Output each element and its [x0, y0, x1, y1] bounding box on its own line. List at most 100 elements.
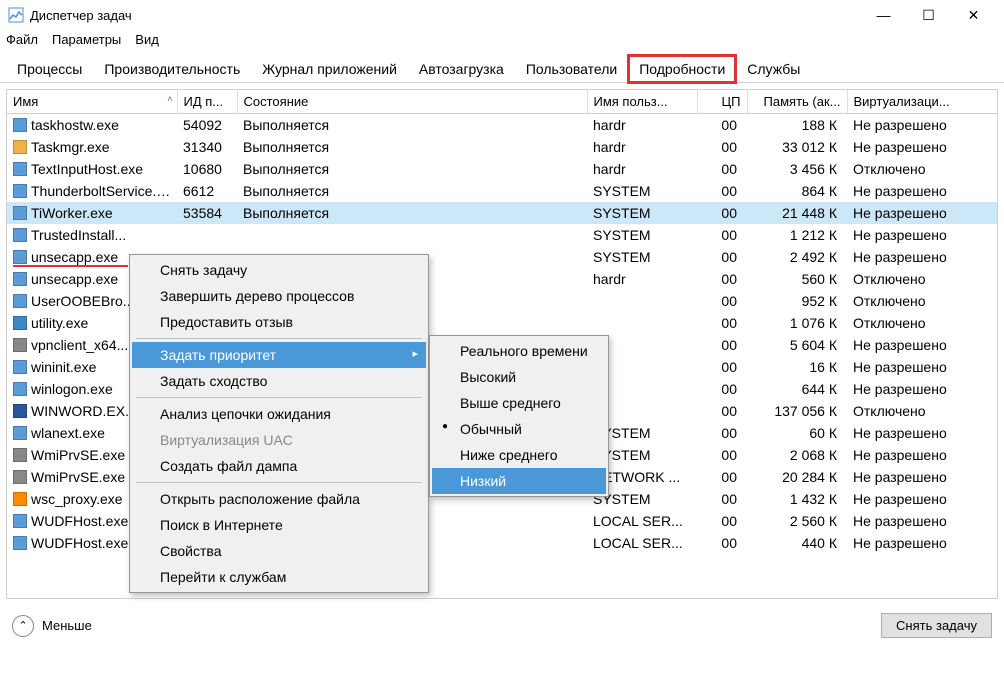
tab-Производительность[interactable]: Производительность [93, 55, 251, 83]
menu-separator [136, 338, 422, 339]
menu-item-Предоставить отзыв[interactable]: Предоставить отзыв [132, 309, 426, 335]
cell-state: Выполняется [237, 202, 587, 224]
menu-item-Снять задачу[interactable]: Снять задачу [132, 257, 426, 283]
menu-item-Создать файл дампа[interactable]: Создать файл дампа [132, 453, 426, 479]
cell-cpu: 00 [697, 268, 747, 290]
process-name: WmiPrvSE.exe [31, 447, 125, 463]
fewer-details-button[interactable]: ⌃ Меньше [12, 615, 881, 637]
context-menu: Снять задачуЗавершить дерево процессовПр… [129, 254, 429, 593]
column-header-name[interactable]: Имя˄ [7, 90, 177, 114]
cell-state: Выполняется [237, 136, 587, 158]
menu-item-Поиск в Интернете[interactable]: Поиск в Интернете [132, 512, 426, 538]
cell-mem: 137 056 К [747, 400, 847, 422]
menu-item-Открыть расположение файла[interactable]: Открыть расположение файла [132, 486, 426, 512]
cell-pid [177, 224, 237, 246]
column-header-state[interactable]: Состояние [237, 90, 587, 114]
cell-virt: Не разрешено [847, 334, 997, 356]
menu-item-Обычный[interactable]: Обычный● [432, 416, 606, 442]
column-header-cpu[interactable]: ЦП [697, 90, 747, 114]
cell-virt: Не разрешено [847, 202, 997, 224]
menu-item-Перейти к службам[interactable]: Перейти к службам [132, 564, 426, 590]
cell-user: hardr [587, 114, 697, 137]
tab-Автозагрузка[interactable]: Автозагрузка [408, 55, 515, 83]
process-icon [13, 162, 27, 176]
close-button[interactable]: ✕ [951, 0, 996, 30]
cell-virt: Не разрешено [847, 444, 997, 466]
cell-virt: Не разрешено [847, 224, 997, 246]
menu-item-Высокий[interactable]: Высокий [432, 364, 606, 390]
menu-item-Виртуализация UAC: Виртуализация UAC [132, 427, 426, 453]
process-name: winlogon.exe [31, 381, 113, 397]
cell-state: Выполняется [237, 114, 587, 137]
process-icon [13, 470, 27, 484]
cell-mem: 2 560 К [747, 510, 847, 532]
cell-virt: Не разрешено [847, 466, 997, 488]
table-row[interactable]: TrustedInstall...SYSTEM001 212 КНе разре… [7, 224, 997, 246]
cell-mem: 1 076 К [747, 312, 847, 334]
process-icon [13, 448, 27, 462]
table-row[interactable]: Taskmgr.exe31340Выполняетсяhardr0033 012… [7, 136, 997, 158]
cell-state [237, 224, 587, 246]
tab-Журнал приложений[interactable]: Журнал приложений [251, 55, 408, 83]
process-name: TiWorker.exe [31, 205, 113, 221]
cell-user: LOCAL SER... [587, 510, 697, 532]
column-header-virt[interactable]: Виртуализаци... [847, 90, 997, 114]
tab-Пользователи[interactable]: Пользователи [515, 55, 628, 83]
cell-virt: Отключено [847, 158, 997, 180]
menu-item-Свойства[interactable]: Свойства [132, 538, 426, 564]
cell-virt: Отключено [847, 268, 997, 290]
process-name: ThunderboltService.e... [31, 183, 176, 199]
menu-Параметры[interactable]: Параметры [52, 32, 121, 47]
fewer-details-label: Меньше [42, 618, 92, 633]
cell-user: hardr [587, 268, 697, 290]
cell-virt: Отключено [847, 312, 997, 334]
cell-mem: 864 К [747, 180, 847, 202]
menu-item-Завершить дерево процессов[interactable]: Завершить дерево процессов [132, 283, 426, 309]
process-icon [13, 492, 27, 506]
column-header-pid[interactable]: ИД п... [177, 90, 237, 114]
cell-mem: 440 К [747, 532, 847, 554]
tab-Службы[interactable]: Службы [736, 55, 811, 83]
table-row[interactable]: TiWorker.exe53584ВыполняетсяSYSTEM0021 4… [7, 202, 997, 224]
menu-item-Низкий[interactable]: Низкий [432, 468, 606, 494]
menu-item-Ниже среднего[interactable]: Ниже среднего [432, 442, 606, 468]
menu-item-Реального времени[interactable]: Реального времени [432, 338, 606, 364]
column-header-user[interactable]: Имя польз... [587, 90, 697, 114]
process-icon [13, 382, 27, 396]
tab-Процессы[interactable]: Процессы [6, 55, 93, 83]
cell-cpu: 00 [697, 158, 747, 180]
cell-cpu: 00 [697, 356, 747, 378]
cell-mem: 5 604 К [747, 334, 847, 356]
process-icon [13, 272, 27, 286]
cell-pid: 54092 [177, 114, 237, 137]
menu-item-Задать приоритет[interactable]: Задать приоритет [132, 342, 426, 368]
cell-cpu: 00 [697, 510, 747, 532]
column-header-mem[interactable]: Память (ак... [747, 90, 847, 114]
process-name: utility.exe [31, 315, 88, 331]
chevron-up-icon: ⌃ [12, 615, 34, 637]
window-title: Диспетчер задач [30, 8, 861, 23]
process-icon [13, 184, 27, 198]
menu-separator [136, 482, 422, 483]
cell-mem: 16 К [747, 356, 847, 378]
cell-virt: Не разрешено [847, 378, 997, 400]
process-name: WUDFHost.exe [31, 513, 128, 529]
menu-Файл[interactable]: Файл [6, 32, 38, 47]
table-row[interactable]: taskhostw.exe54092Выполняетсяhardr00188 … [7, 114, 997, 137]
cell-mem: 560 К [747, 268, 847, 290]
end-task-button[interactable]: Снять задачу [881, 613, 992, 638]
cell-virt: Не разрешено [847, 114, 997, 137]
cell-user [587, 312, 697, 334]
tab-row: ПроцессыПроизводительностьЖурнал приложе… [0, 55, 1004, 83]
menu-item-Задать сходство[interactable]: Задать сходство [132, 368, 426, 394]
table-row[interactable]: TextInputHost.exe10680Выполняетсяhardr00… [7, 158, 997, 180]
maximize-button[interactable]: ☐ [906, 0, 951, 30]
tab-Подробности[interactable]: Подробности [628, 55, 736, 83]
menu-item-Анализ цепочки ожидания[interactable]: Анализ цепочки ожидания [132, 401, 426, 427]
menu-Вид[interactable]: Вид [135, 32, 159, 47]
menu-item-Выше среднего[interactable]: Выше среднего [432, 390, 606, 416]
cell-cpu: 00 [697, 532, 747, 554]
minimize-button[interactable]: — [861, 0, 906, 30]
table-row[interactable]: ThunderboltService.e...6612ВыполняетсяSY… [7, 180, 997, 202]
process-icon [13, 118, 27, 132]
